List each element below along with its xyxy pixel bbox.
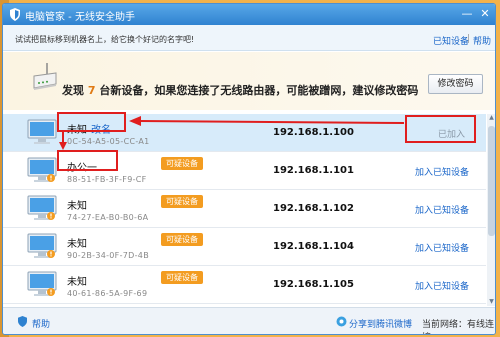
banner-message: 发现 7 台新设备，如果您连接了无线路由器，可能被蹭网，建议修改密码 [62,82,418,98]
warning-banner: 发现 7 台新设备，如果您连接了无线路由器，可能被蹭网，建议修改密码 修改密码 [3,52,495,110]
ip-address: 192.168.1.102 [273,203,354,214]
footer-bar: 帮助 分享到腾讯微博 当前网络：有线连接 [3,307,495,334]
scroll-up-arrow-icon[interactable]: ▲ [487,114,495,122]
computer-icon [27,195,57,220]
add-known-device-link[interactable]: 加入已知设备 [415,241,469,254]
device-name[interactable]: 未知 [67,235,87,250]
annotation-box-joined [405,115,476,143]
computer-icon [27,157,57,182]
change-password-button[interactable]: 修改密码 [428,74,483,94]
device-name[interactable]: 未知 [67,273,87,288]
current-network-status: 当前网络：有线连接 [422,320,495,334]
shield-icon [10,8,20,21]
hint-text: 试试把鼠标移到机器名上，给它换个好记的名字吧! [15,35,195,44]
suspicious-badge: 可疑设备 [161,157,203,170]
banner-prefix: 发现 [62,84,88,97]
share-icon[interactable] [336,316,347,327]
hint-bar: 试试把鼠标移到机器名上，给它换个好记的名字吧! 已知设备 | 帮助 [3,25,495,51]
suspicious-badge: 可疑设备 [161,271,203,284]
add-known-device-link[interactable]: 加入已知设备 [415,165,469,178]
annotation-box-rename [57,112,126,132]
device-row[interactable]: 未知 可疑设备 90-2B-34-0F-7D-4B 192.168.1.104 … [3,228,486,266]
minimize-button[interactable]: — [459,6,475,21]
device-row[interactable]: 未知 可疑设备 74-27-EA-B0-B0-6A 192.168.1.102 … [3,190,486,228]
ip-address: 192.168.1.101 [273,165,354,176]
device-row[interactable]: 未知 可疑设备 40-61-86-5A-9F-69 192.168.1.105 … [3,266,486,304]
share-weibo-link[interactable]: 分享到腾讯微博 [349,317,412,330]
new-device-count: 7 [87,84,96,97]
computer-icon [27,271,57,296]
mac-address: 40-61-86-5A-9F-69 [67,289,148,298]
device-list-scrollbar[interactable]: ▲ ▼ [487,114,495,306]
banner-suffix: 台新设备，如果您连接了无线路由器，可能被蹭网，建议修改密码 [95,84,419,97]
suspicious-badge: 可疑设备 [161,233,203,246]
mac-address: 0C-54-A5-05-CC-A1 [67,137,150,146]
computer-icon [27,233,57,258]
window-title: 电脑管家 - 无线安全助手 [25,12,135,23]
device-name[interactable]: 未知 [67,197,87,212]
title-bar: 电脑管家 - 无线安全助手 — ✕ [3,4,495,25]
add-known-device-link[interactable]: 加入已知设备 [415,203,469,216]
mac-address: 90-2B-34-0F-7D-4B [67,251,149,260]
scroll-down-arrow-icon[interactable]: ▼ [487,298,495,306]
add-known-device-link[interactable]: 加入已知设备 [415,279,469,292]
mac-address: 74-27-EA-B0-B0-6A [67,213,149,222]
ip-address: 192.168.1.104 [273,241,354,252]
suspicious-badge: 可疑设备 [161,195,203,208]
toolbar-help-link[interactable]: 帮助 [473,34,491,47]
ip-address: 192.168.1.105 [273,279,354,290]
annotation-box-new-name [57,150,118,171]
app-window: 电脑管家 - 无线安全助手 — ✕ 试试把鼠标移到机器名上，给它换个好记的名字吧… [2,3,496,335]
help-icon[interactable] [17,316,28,327]
router-icon [33,63,57,90]
mac-address: 88-51-FB-3F-F9-CF [67,175,147,184]
footer-help-link[interactable]: 帮助 [32,317,50,330]
known-devices-link[interactable]: 已知设备 [433,34,469,47]
scroll-thumb[interactable] [488,126,495,236]
computer-icon [27,119,57,144]
ip-address: 192.168.1.100 [273,127,354,138]
toolbar-separator: | [467,34,471,44]
close-button[interactable]: ✕ [477,6,493,21]
